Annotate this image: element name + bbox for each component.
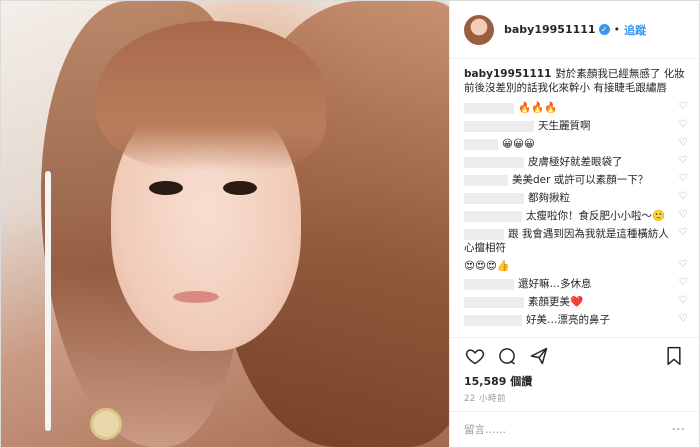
comment-row: 太瘦啦你！食反肥小小啦～🙂 ♡ xyxy=(464,209,689,223)
comment-row: 素顏更美❤️ ♡ xyxy=(464,295,689,309)
header-username[interactable]: baby19951111 xyxy=(504,23,596,36)
comment-heart-icon[interactable]: ♡ xyxy=(677,101,689,112)
comment-text: 好美…漂亮的鼻子 xyxy=(464,313,671,327)
comments-list[interactable]: baby19951111 對於素顏我已經無感了 化妝前後沒差別的話我化來幹小 有接… xyxy=(450,59,699,337)
comment-heart-icon[interactable]: ♡ xyxy=(677,209,689,220)
post-header: baby19951111 ✓ • 追蹤 xyxy=(450,1,699,59)
photo-bangs xyxy=(96,21,326,171)
comment-body: 美美der 或許可以素顏一下？ xyxy=(512,174,649,186)
caption-username[interactable]: baby19951111 xyxy=(464,68,551,80)
redacted-username[interactable] xyxy=(464,120,534,132)
comment-input[interactable] xyxy=(464,423,672,436)
bookmark-icon xyxy=(667,346,681,365)
comment-body: 還好嘛…多休息 xyxy=(518,278,592,290)
comment-row: 跟 我會遇到因為我就是這種橫紡人 心擅相符 ♡ xyxy=(464,227,689,255)
comment-body: 太瘦啦你！食反肥小小啦～🙂 xyxy=(526,210,666,222)
photo-earphone xyxy=(45,171,51,431)
comment-text: 😀😀😀 xyxy=(464,137,671,151)
comment-heart-icon[interactable]: ♡ xyxy=(677,119,689,130)
comment-text: 美美der 或許可以素顏一下？ xyxy=(464,173,671,187)
comment-row: 皮膚極好就差眼袋了 ♡ xyxy=(464,155,689,169)
redacted-username[interactable] xyxy=(464,296,524,308)
comment-heart-icon[interactable]: ♡ xyxy=(677,173,689,184)
comment-heart-icon[interactable]: ♡ xyxy=(677,277,689,288)
redacted-username[interactable] xyxy=(464,314,522,326)
post-timestamp[interactable]: 22 小時前 xyxy=(450,391,699,411)
comment-row: 美美der 或許可以素顏一下？ ♡ xyxy=(464,173,689,187)
comment-row: 😍😍😍👍 ♡ xyxy=(464,259,689,273)
comment-row: 天生麗質啊 ♡ xyxy=(464,119,689,133)
share-icon xyxy=(530,347,548,364)
redacted-username[interactable] xyxy=(464,192,524,204)
add-comment-bar: ··· xyxy=(450,411,699,447)
comment-body: 素顏更美❤️ xyxy=(528,296,584,308)
comment-heart-icon[interactable]: ♡ xyxy=(677,313,689,324)
comment-body: 😀😀😀 xyxy=(502,138,535,150)
comments-fade xyxy=(450,329,699,337)
comment-text: 素顏更美❤️ xyxy=(464,295,671,309)
comment-text: 皮膚極好就差眼袋了 xyxy=(464,155,671,169)
more-options-icon[interactable]: ··· xyxy=(672,422,685,438)
comment-heart-icon[interactable]: ♡ xyxy=(677,227,689,238)
comment-row: 🔥🔥🔥 ♡ xyxy=(464,101,689,115)
follow-button[interactable]: 追蹤 xyxy=(624,22,646,38)
redacted-username[interactable] xyxy=(464,138,498,150)
comment-text: 天生麗質啊 xyxy=(464,119,671,133)
comment-heart-icon[interactable]: ♡ xyxy=(677,295,689,306)
comment-text: 都夠揪粒 xyxy=(464,191,671,205)
redacted-username[interactable] xyxy=(464,174,508,186)
comment-heart-icon[interactable]: ♡ xyxy=(677,191,689,202)
comment-row: 都夠揪粒 ♡ xyxy=(464,191,689,205)
post-caption: baby19951111 對於素顏我已經無感了 化妝前後沒差別的話我化來幹小 有接… xyxy=(464,67,689,95)
comment-heart-icon[interactable]: ♡ xyxy=(677,137,689,148)
comment-body: 好美…漂亮的鼻子 xyxy=(526,314,610,326)
action-bar xyxy=(450,337,699,373)
post-viewer: baby19951111 ✓ • 追蹤 baby19951111 對於素顏我已經無… xyxy=(0,0,700,448)
redacted-username[interactable] xyxy=(464,278,514,290)
comment-heart-icon[interactable]: ♡ xyxy=(677,155,689,166)
redacted-username[interactable] xyxy=(464,102,514,114)
redacted-username[interactable] xyxy=(464,228,504,240)
comment-body: 都夠揪粒 xyxy=(528,192,570,204)
heart-icon xyxy=(465,348,485,364)
comment-icon xyxy=(499,347,515,364)
comment-button[interactable] xyxy=(494,343,520,369)
verified-badge-icon: ✓ xyxy=(598,24,610,35)
comment-text: 🔥🔥🔥 xyxy=(464,101,671,115)
comment-text: 😍😍😍👍 xyxy=(464,259,671,273)
comment-row: 還好嘛…多休息 ♡ xyxy=(464,277,689,291)
like-button[interactable] xyxy=(462,343,488,369)
like-count[interactable]: 15,589 個讚 xyxy=(450,373,699,391)
post-photo[interactable] xyxy=(1,1,449,447)
redacted-username[interactable] xyxy=(464,210,522,222)
photo-pendant xyxy=(93,411,119,437)
comment-row: 好美…漂亮的鼻子 ♡ xyxy=(464,313,689,327)
comment-heart-icon[interactable]: ♡ xyxy=(677,259,689,270)
comment-body: 😍😍😍👍 xyxy=(464,260,510,272)
post-sidebar: baby19951111 ✓ • 追蹤 baby19951111 對於素顏我已經無… xyxy=(449,1,699,447)
comment-text: 太瘦啦你！食反肥小小啦～🙂 xyxy=(464,209,671,223)
comment-text: 跟 我會遇到因為我就是這種橫紡人 心擅相符 xyxy=(464,227,671,255)
bookmark-button[interactable] xyxy=(661,343,687,369)
photo-eye-left xyxy=(149,181,183,195)
photo-lips xyxy=(173,291,219,303)
comment-row: 😀😀😀 ♡ xyxy=(464,137,689,151)
avatar[interactable] xyxy=(464,14,494,45)
redacted-username[interactable] xyxy=(464,156,524,168)
comment-body: 天生麗質啊 xyxy=(538,120,591,132)
separator-dot: • xyxy=(613,23,621,36)
share-button[interactable] xyxy=(526,343,552,369)
photo-eye-right xyxy=(223,181,257,195)
comment-body: 🔥🔥🔥 xyxy=(518,102,558,114)
comment-body: 皮膚極好就差眼袋了 xyxy=(528,156,623,168)
comment-text: 還好嘛…多休息 xyxy=(464,277,671,291)
